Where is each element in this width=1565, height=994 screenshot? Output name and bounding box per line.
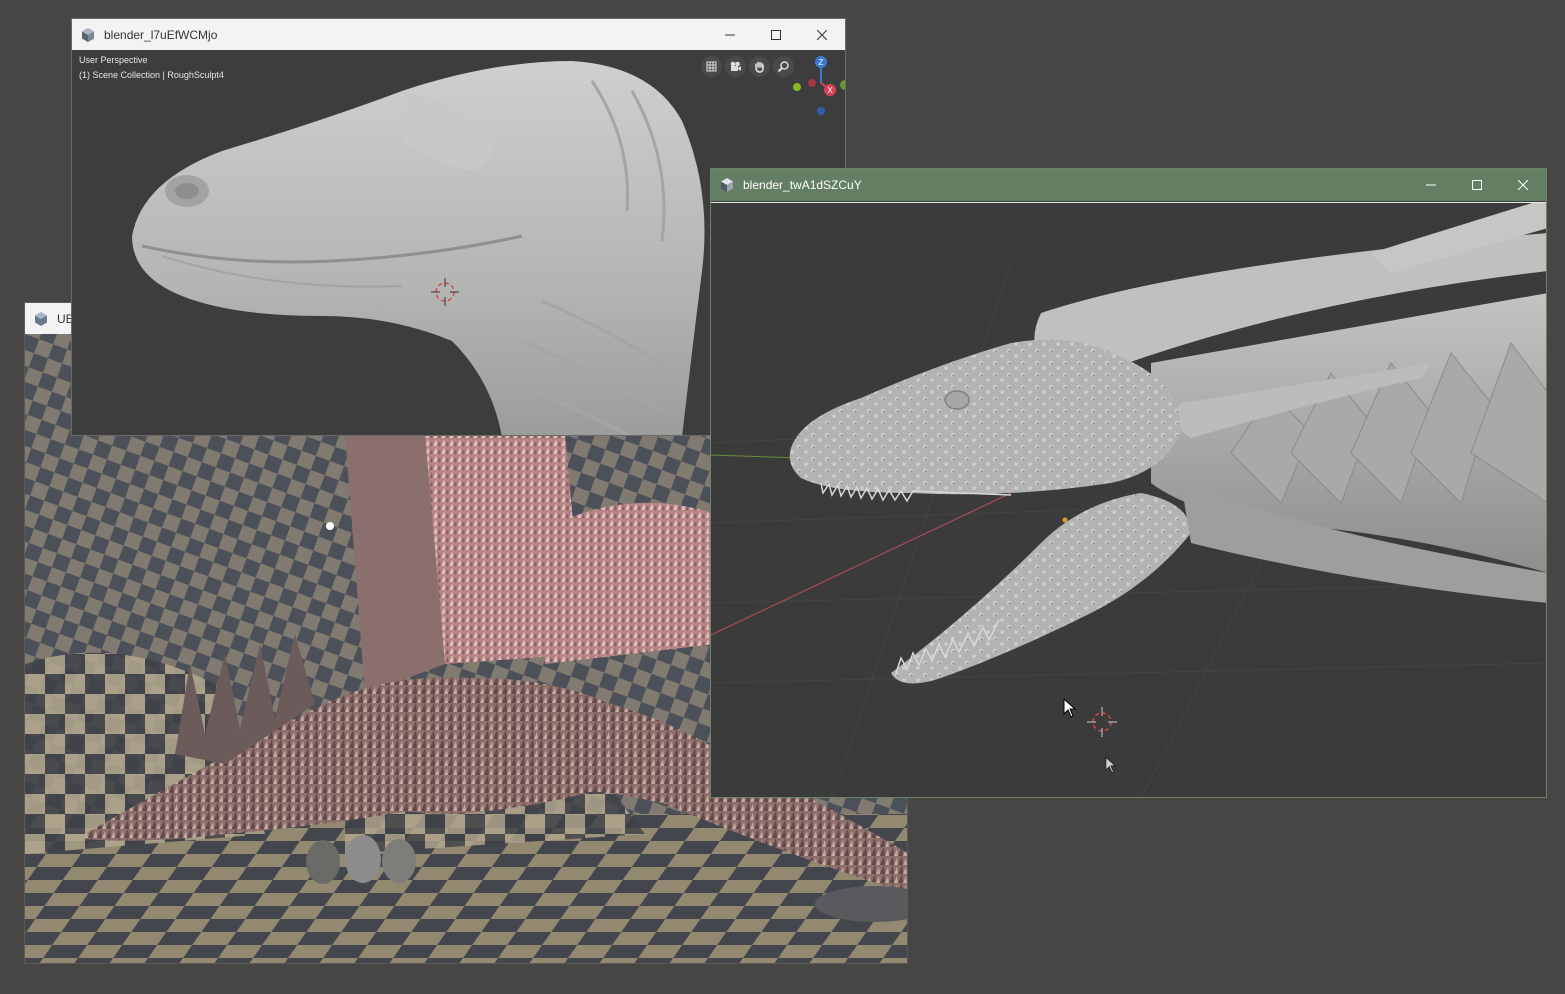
gizmo-y[interactable] [840,80,845,90]
gizmo-neg-y[interactable] [793,83,801,91]
blender-icon [80,27,96,43]
maximize-icon [771,29,781,40]
close-icon [1518,180,1528,190]
zoom-icon [777,61,789,73]
viewport-view-name: User Perspective [79,55,148,65]
gizmo-x-label: X [827,86,833,95]
camera-icon [730,61,741,71]
navigation-gizmo[interactable]: Z X [790,53,845,123]
blender1-titlebar[interactable]: blender_l7uEfWCMjo [72,19,845,50]
ue-egg-3 [382,839,416,883]
ue-egg-2 [345,835,381,883]
close-button[interactable] [799,19,845,50]
maximize-button[interactable] [753,19,799,50]
hand-pan-icon [755,61,764,73]
blender-window-dragon[interactable]: blender_twA1dSZCuY [710,168,1547,798]
minimize-button[interactable] [707,19,753,50]
minimize-icon [725,34,735,35]
mouse-pointer-icon [1063,698,1077,718]
ue-light-point [326,522,334,530]
blender2-window-title: blender_twA1dSZCuY [743,178,862,192]
dragon-eye [944,390,970,410]
close-icon [817,29,827,40]
blender1-window-title: blender_l7uEfWCMjo [104,27,218,42]
gizmo-neg-x[interactable] [808,79,816,87]
maximize-icon [1472,180,1482,190]
maximize-button[interactable] [1454,169,1500,201]
3d-cursor-icon [1087,707,1117,737]
ue-egg-1 [306,840,340,884]
minimize-icon [1426,184,1436,186]
gizmo-neg-z[interactable] [817,107,825,115]
grid-icon [706,61,717,72]
minimize-button[interactable] [1408,169,1454,201]
object-origin-dot [1062,517,1068,523]
close-button[interactable] [1500,169,1546,201]
blender-icon [719,177,735,193]
y-axis-line [711,454,802,459]
mouse-pointer-icon-secondary [1105,756,1117,774]
blender2-3d-viewport[interactable] [711,202,1546,797]
sculpt-dragon-head [711,203,1546,797]
gizmo-z-label: Z [819,58,824,67]
camera-view-button[interactable] [725,56,746,77]
toggle-grid-view-button[interactable] [701,56,722,77]
viewport-collection-info: (1) Scene Collection | RoughSculpt4 [79,70,224,80]
unreal-editor-icon [33,311,49,327]
desktop: { "ue_window": { "title": "UE4", "icon":… [0,0,1565,994]
pan-view-button[interactable] [749,56,770,77]
blender2-titlebar[interactable]: blender_twA1dSZCuY [711,169,1546,201]
